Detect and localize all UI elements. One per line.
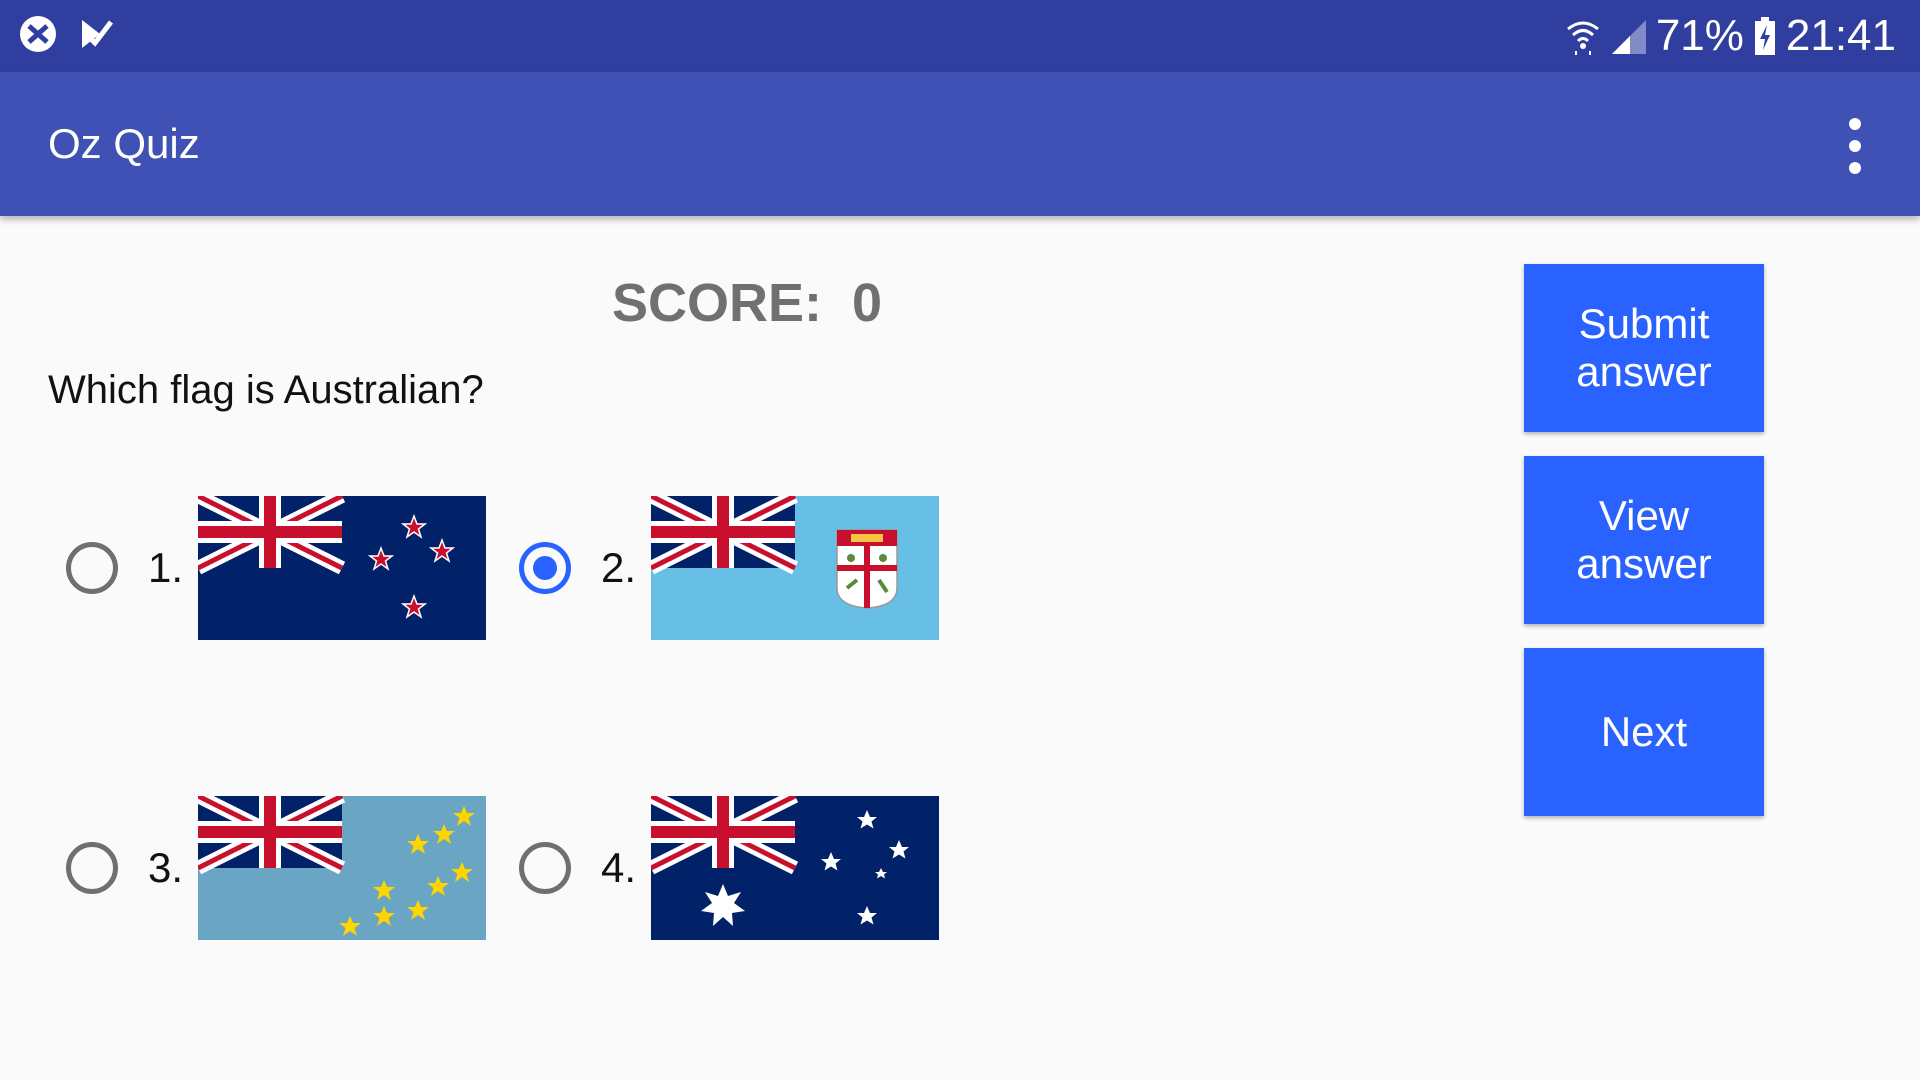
task-check-icon bbox=[82, 20, 113, 48]
question-text: Which flag is Australian? bbox=[48, 368, 484, 412]
view-answer-button[interactable]: View answer bbox=[1524, 456, 1764, 624]
option-number-1: 1. bbox=[148, 544, 184, 591]
clock: 21:41 bbox=[1785, 11, 1896, 60]
next-label: Next bbox=[1600, 707, 1688, 755]
view-answer-label: View answer bbox=[1576, 491, 1712, 587]
radio-button-3[interactable] bbox=[66, 842, 118, 894]
app-bar: Oz Quiz bbox=[0, 72, 1920, 216]
status-right: 71% 21:41 bbox=[1566, 0, 1896, 72]
tuvalu-flag[interactable] bbox=[198, 796, 486, 940]
wifi-icon bbox=[1566, 21, 1599, 55]
signal-icon bbox=[1611, 20, 1646, 54]
app-title: Oz Quiz bbox=[48, 120, 200, 167]
radio-button-1[interactable] bbox=[66, 542, 118, 594]
radio-button-2[interactable] bbox=[519, 542, 571, 594]
submit-answer-label: Submit answer bbox=[1576, 299, 1712, 395]
score-label: SCORE: 0 bbox=[612, 273, 883, 333]
option-number-4: 4. bbox=[601, 844, 637, 891]
submit-answer-button[interactable]: Submit answer bbox=[1524, 264, 1764, 432]
australia-flag[interactable] bbox=[651, 796, 939, 940]
fiji-flag[interactable] bbox=[651, 496, 939, 640]
app-notification-icon bbox=[20, 16, 56, 52]
option-number-3: 3. bbox=[148, 844, 184, 891]
option-1[interactable]: 1. bbox=[66, 496, 486, 640]
option-2[interactable]: 2. bbox=[519, 496, 939, 640]
status-left-icons bbox=[18, 14, 114, 54]
new-zealand-flag[interactable] bbox=[198, 496, 486, 640]
option-3[interactable]: 3. bbox=[66, 796, 486, 940]
next-button[interactable]: Next bbox=[1524, 648, 1764, 816]
option-number-2: 2. bbox=[601, 544, 637, 591]
battery-charging-icon bbox=[1754, 17, 1775, 55]
battery-percent: 71% bbox=[1655, 11, 1744, 60]
overflow-menu-icon[interactable] bbox=[1840, 118, 1870, 174]
option-4[interactable]: 4. bbox=[519, 796, 939, 940]
status-bar: 71% 21:41 bbox=[0, 0, 1920, 72]
radio-button-4[interactable] bbox=[519, 842, 571, 894]
